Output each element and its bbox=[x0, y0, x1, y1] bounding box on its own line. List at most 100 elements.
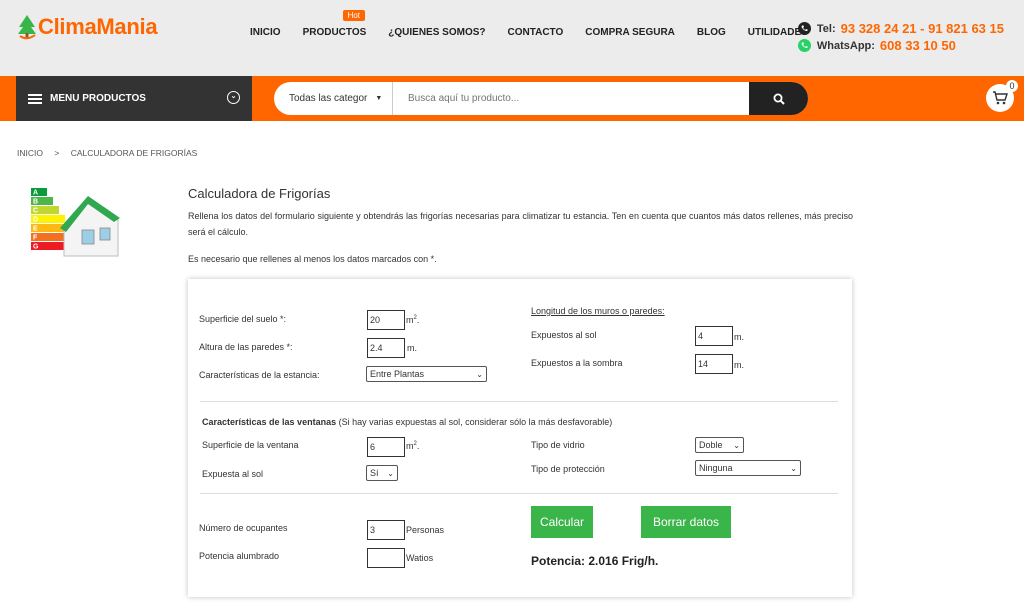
floor-area-unit-tail: . bbox=[416, 315, 420, 325]
energy-label-a: A bbox=[33, 190, 38, 197]
sun-exposed-value: Sí bbox=[370, 468, 379, 478]
shade-walls-input[interactable]: 14 bbox=[695, 354, 733, 374]
glass-type-select[interactable]: Doble ⌄ bbox=[695, 437, 744, 453]
nav-contacto[interactable]: CONTACTO bbox=[508, 27, 564, 38]
tel-value[interactable]: 93 328 24 21 - 91 821 63 15 bbox=[841, 21, 1004, 36]
lighting-input[interactable] bbox=[367, 548, 405, 568]
caret-down-icon: ▼ bbox=[375, 95, 383, 102]
whatsapp-icon bbox=[797, 39, 811, 52]
shade-walls-unit: m. bbox=[734, 360, 744, 370]
energy-label-f: F bbox=[33, 235, 38, 242]
search-input[interactable] bbox=[393, 82, 749, 115]
menu-productos-button[interactable]: MENU PRODUCTOS ⌄ bbox=[16, 76, 252, 121]
house-icon bbox=[60, 196, 120, 257]
required-note: Es necesario que rellenes al menos los d… bbox=[188, 254, 437, 264]
chevron-down-icon: ⌄ bbox=[476, 369, 483, 379]
protection-label: Tipo de protección bbox=[531, 464, 605, 474]
divider bbox=[200, 493, 838, 494]
walls-header: Longitud de los muros o paredes: bbox=[531, 306, 665, 316]
floor-area-input[interactable]: 20 bbox=[367, 310, 405, 330]
main-nav: INICIO Hot PRODUCTOS ¿QUIENES SOMOS? CON… bbox=[250, 10, 830, 38]
whatsapp-value[interactable]: 608 33 10 50 bbox=[880, 38, 956, 53]
window-area-unit: m2. bbox=[406, 441, 419, 451]
windows-header: Características de las ventanas (Si hay … bbox=[202, 417, 612, 427]
cart-button[interactable]: 0 bbox=[986, 80, 1018, 112]
nav-productos[interactable]: Hot PRODUCTOS bbox=[302, 10, 367, 38]
energy-label-c: C bbox=[33, 208, 38, 215]
hamburger-icon bbox=[28, 92, 42, 106]
chevron-down-icon: ⌄ bbox=[790, 463, 797, 473]
result-potencia: Potencia: 2.016 Frig/h. bbox=[531, 554, 659, 568]
energy-label-b: B bbox=[33, 199, 38, 206]
floor-area-label: Superficie del suelo *: bbox=[199, 314, 287, 324]
room-type-label: Características de la estancia: bbox=[199, 370, 320, 380]
lighting-unit: Watios bbox=[406, 553, 434, 563]
breadcrumb: INICIO > CALCULADORA DE FRIGORÍAS bbox=[17, 148, 197, 158]
cart-icon bbox=[993, 91, 1008, 105]
tree-icon bbox=[18, 15, 36, 40]
breadcrumb-current: CALCULADORA DE FRIGORÍAS bbox=[70, 148, 198, 158]
occupants-label: Número de ocupantes bbox=[199, 523, 288, 533]
chevron-down-icon: ⌄ bbox=[227, 91, 240, 104]
lighting-label: Potencia alumbrado bbox=[199, 551, 280, 561]
floor-area-unit-m: m bbox=[406, 315, 414, 325]
frigorias-calculator-form: Superficie del suelo *: 20 m2. Altura de… bbox=[188, 279, 852, 597]
chevron-down-icon: ⌄ bbox=[733, 440, 740, 450]
category-select[interactable]: Todas las categor ▼ bbox=[274, 82, 393, 115]
nav-blog[interactable]: BLOG bbox=[697, 27, 726, 38]
phone-icon bbox=[797, 22, 811, 35]
menu-productos-label: MENU PRODUCTOS bbox=[50, 93, 146, 104]
breadcrumb-separator: > bbox=[54, 148, 60, 158]
logo-text: ClimaMania bbox=[38, 14, 158, 39]
windows-header-note: (Si hay varias expuestas al sol, conside… bbox=[336, 417, 613, 427]
room-type-select[interactable]: Entre Plantas ⌄ bbox=[366, 366, 487, 382]
divider bbox=[200, 401, 838, 402]
floor-area-unit: m2. bbox=[406, 315, 419, 325]
shade-walls-label: Expuestos a la sombra bbox=[531, 358, 623, 368]
window-area-input[interactable]: 6 bbox=[367, 437, 405, 457]
tel-label: Tel: bbox=[816, 22, 836, 35]
window-area-label: Superficie de la ventana bbox=[202, 440, 299, 450]
sun-walls-label: Expuestos al sol bbox=[531, 330, 597, 340]
protection-select[interactable]: Ninguna ⌄ bbox=[695, 460, 801, 476]
cart-count-badge: 0 bbox=[1006, 80, 1018, 92]
room-type-value: Entre Plantas bbox=[370, 369, 425, 379]
window-area-unit-tail: . bbox=[416, 441, 420, 451]
sun-exposed-label: Expuesta al sol bbox=[202, 469, 264, 479]
wall-height-label: Altura de las paredes *: bbox=[199, 342, 293, 352]
search-icon bbox=[773, 93, 785, 105]
glass-type-label: Tipo de vidrio bbox=[531, 440, 585, 450]
site-header: ClimaMania INICIO Hot PRODUCTOS ¿QUIENES… bbox=[0, 0, 1024, 76]
occupants-input[interactable]: 3 bbox=[367, 520, 405, 540]
breadcrumb-home[interactable]: INICIO bbox=[17, 148, 43, 158]
wall-height-input[interactable]: 2.4 bbox=[367, 338, 405, 358]
occupants-unit: Personas bbox=[406, 525, 445, 535]
protection-value: Ninguna bbox=[699, 463, 733, 473]
sun-walls-input[interactable]: 4 bbox=[695, 326, 733, 346]
windows-header-bold: Características de las ventanas bbox=[202, 417, 337, 427]
wall-height-unit: m. bbox=[407, 343, 417, 353]
energy-label-e: E bbox=[33, 226, 38, 233]
category-select-value: Todas las categor bbox=[289, 93, 368, 104]
nav-productos-label: PRODUCTOS bbox=[302, 27, 367, 38]
search-button[interactable] bbox=[749, 82, 808, 115]
borrar-datos-button[interactable]: Borrar datos bbox=[641, 506, 731, 538]
nav-inicio[interactable]: INICIO bbox=[250, 27, 281, 38]
contact-info: Tel: 93 328 24 21 - 91 821 63 15 WhatsAp… bbox=[797, 20, 1004, 54]
window-area-unit-m: m bbox=[406, 441, 414, 451]
energy-label-d: D bbox=[33, 217, 38, 224]
search-bar-strip: MENU PRODUCTOS ⌄ Todas las categor ▼ 0 bbox=[0, 76, 1024, 121]
nav-compra-segura[interactable]: COMPRA SEGURA bbox=[585, 27, 675, 38]
hot-badge: Hot bbox=[342, 10, 366, 21]
calcular-button[interactable]: Calcular bbox=[531, 506, 593, 538]
whatsapp-label: WhatsApp: bbox=[816, 39, 875, 52]
nav-quienes-somos[interactable]: ¿QUIENES SOMOS? bbox=[388, 27, 485, 38]
energy-house-illustration: A B C D E F G bbox=[26, 186, 122, 273]
intro-text: Rellena los datos del formulario siguien… bbox=[188, 211, 853, 237]
sun-exposed-select[interactable]: Sí ⌄ bbox=[366, 465, 398, 481]
logo[interactable]: ClimaMania bbox=[16, 14, 158, 40]
search-box: Todas las categor ▼ bbox=[274, 82, 808, 115]
chevron-down-icon: ⌄ bbox=[387, 468, 394, 478]
energy-label-g: G bbox=[33, 244, 39, 251]
page-title: Calculadora de Frigorías bbox=[188, 186, 331, 201]
